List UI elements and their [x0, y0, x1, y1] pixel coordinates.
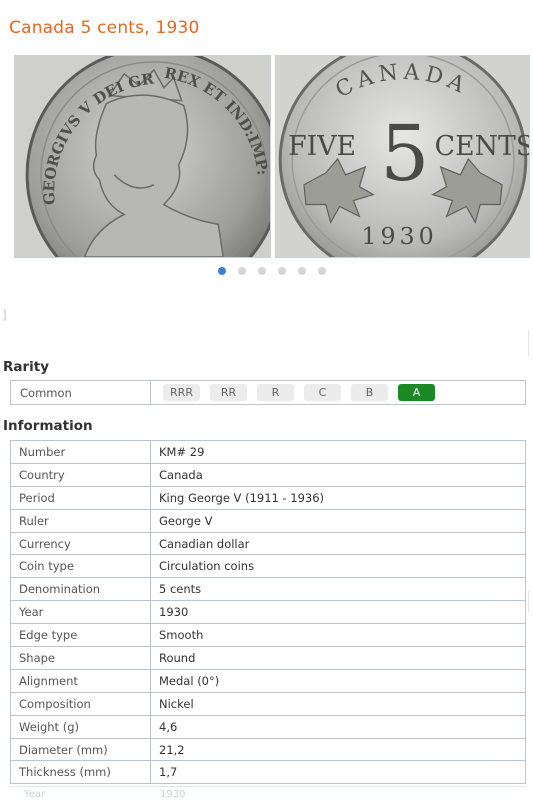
table-row: Shape Round: [10, 646, 526, 670]
table-row: Edge type Smooth: [10, 623, 526, 648]
table-row: Country Canada: [10, 462, 526, 487]
info-value: Canada: [150, 462, 526, 487]
table-row: Diameter (mm) 21,2: [10, 737, 526, 762]
info-value: 1930: [150, 600, 526, 625]
obverse-image[interactable]: GEORGIVS V DEI GRA: REX ET IND:IMP:: [14, 55, 271, 258]
info-key: Diameter (mm): [10, 737, 151, 762]
table-row: Weight (g) 4,6: [10, 714, 526, 739]
divider: [528, 330, 529, 356]
table-row: Number KM# 29: [10, 440, 526, 464]
table-row: Denomination 5 cents: [10, 577, 526, 602]
carousel-dot-2[interactable]: [238, 267, 246, 275]
reverse-image[interactable]: CANADA FIVE 5 CENTS 1930: [275, 55, 530, 258]
rarity-pill-b: B: [351, 384, 388, 401]
rarity-label: Common: [11, 381, 151, 404]
info-key: Denomination: [10, 577, 151, 602]
info-value: Nickel: [150, 691, 526, 716]
rarity-pill-rr: RR: [210, 384, 247, 401]
carousel-dots: [218, 267, 326, 275]
info-value: 5 cents: [150, 577, 526, 602]
table-row: Thickness (mm) 1,7: [10, 760, 526, 785]
faded-key: Year: [24, 789, 46, 800]
info-value: Circulation coins: [150, 554, 526, 579]
info-key: Alignment: [10, 668, 151, 693]
info-value: Smooth: [150, 623, 526, 648]
info-value: King George V (1911 - 1936): [150, 485, 526, 510]
info-value: Medal (0°): [150, 668, 526, 693]
faded-value: 1930: [160, 789, 186, 800]
carousel-dot-4[interactable]: [278, 267, 286, 275]
page-title: Canada 5 cents, 1930: [9, 18, 200, 38]
table-row: Alignment Medal (0°): [10, 668, 526, 693]
obverse-coin-svg: GEORGIVS V DEI GRA: REX ET IND:IMP:: [15, 56, 270, 257]
info-value: KM# 29: [150, 440, 526, 464]
coin-image-gallery[interactable]: GEORGIVS V DEI GRA: REX ET IND:IMP: CANA…: [14, 55, 530, 260]
info-key: Coin type: [10, 554, 151, 579]
reverse-cents: CENTS: [435, 131, 529, 162]
info-value: 21,2: [150, 737, 526, 762]
info-key: Thickness (mm): [10, 760, 151, 785]
info-value: Canadian dollar: [150, 531, 526, 556]
table-row: Year 1930: [10, 600, 526, 625]
reverse-five: FIVE: [288, 131, 356, 162]
info-key: Year: [10, 600, 151, 625]
table-row: Currency Canadian dollar: [10, 531, 526, 556]
table-row: Composition Nickel: [10, 691, 526, 716]
info-value: Round: [150, 646, 526, 670]
info-key: Currency: [10, 531, 151, 556]
info-key: Number: [10, 440, 151, 464]
carousel-dot-6[interactable]: [318, 267, 326, 275]
carousel-dot-3[interactable]: [258, 267, 266, 275]
info-value: George V: [150, 508, 526, 533]
info-key: Edge type: [10, 623, 151, 648]
table-row: Coin type Circulation coins: [10, 554, 526, 579]
rarity-heading: Rarity: [3, 359, 50, 375]
rarity-pill-a: A: [398, 384, 435, 401]
rarity-pill-c: C: [304, 384, 341, 401]
reverse-numeral: 5: [380, 109, 429, 199]
info-key: Period: [10, 485, 151, 510]
carousel-dot-5[interactable]: [298, 267, 306, 275]
info-key: Ruler: [10, 508, 151, 533]
info-key: Shape: [10, 646, 151, 670]
info-value: 4,6: [150, 714, 526, 739]
info-key: Composition: [10, 691, 151, 716]
rarity-row: Common RRR RR R C B A: [10, 380, 526, 405]
information-heading: Information: [3, 418, 93, 434]
rarity-pill-r: R: [257, 384, 294, 401]
info-key: Country: [10, 462, 151, 487]
reverse-year: 1930: [361, 222, 437, 250]
info-key: Weight (g): [10, 714, 151, 739]
information-table: Number KM# 29 Country Canada Period King Ge…: [10, 440, 526, 785]
divider: [528, 590, 529, 612]
faded-table-row: Year 1930: [10, 786, 526, 800]
reverse-coin-svg: CANADA FIVE 5 CENTS 1930: [276, 56, 529, 257]
carousel-dot-1[interactable]: [218, 267, 226, 275]
bracket-glyph: ]: [2, 308, 7, 322]
rarity-scale: RRR RR R C B A: [151, 384, 435, 401]
table-row: Ruler George V: [10, 508, 526, 533]
table-row: Period King George V (1911 - 1936): [10, 485, 526, 510]
info-value: 1,7: [150, 760, 526, 785]
rarity-pill-rrr: RRR: [163, 384, 200, 401]
